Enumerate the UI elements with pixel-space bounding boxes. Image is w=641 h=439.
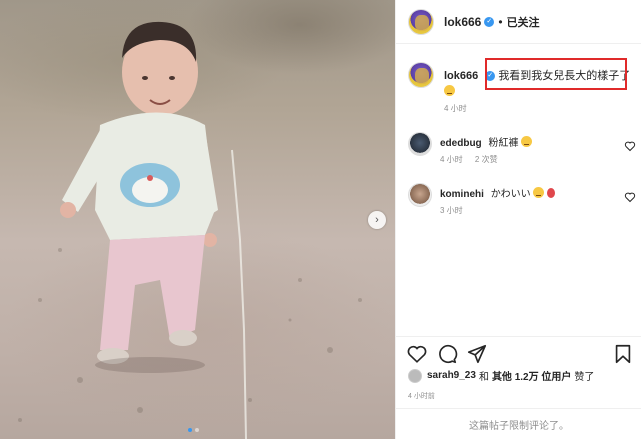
carousel-indicator xyxy=(188,428,199,432)
comment-username[interactable]: ededbug xyxy=(440,138,482,149)
chevron-right-icon: › xyxy=(375,214,379,226)
comment-text: 粉紅褲 xyxy=(488,138,519,149)
comment-meta: 4 小时 2 次赞 xyxy=(440,154,508,165)
comment-item: ededbug 粉紅褲 4 小时 2 次赞 xyxy=(408,132,636,168)
carousel-dot xyxy=(188,428,192,432)
share-paper-plane-icon[interactable] xyxy=(466,343,488,365)
commenter-avatar[interactable] xyxy=(408,183,432,207)
comment-username[interactable]: kominehi xyxy=(440,189,484,200)
likes-summary: sarah9_23 和 其他 1.2万 位用户 赞了 xyxy=(408,368,597,383)
post-actions-bar xyxy=(396,336,641,368)
comment-meta: 3 小时 xyxy=(440,205,473,216)
likes-suffix: 赞了 xyxy=(574,372,595,383)
grin-emoji-icon xyxy=(533,187,545,198)
comment-bubble-icon[interactable] xyxy=(436,343,458,365)
caption-username[interactable]: lok666 xyxy=(444,70,478,82)
caption-time: 4 小时 xyxy=(444,104,467,113)
verified-badge-icon: ✓ xyxy=(484,16,495,27)
grin-emoji-icon xyxy=(444,85,455,96)
grin-emoji-icon xyxy=(521,136,533,147)
author-username[interactable]: lok666 xyxy=(444,15,481,29)
photo-content xyxy=(18,21,362,439)
author-avatar[interactable] xyxy=(408,8,434,35)
comment-text-block: kominehi かわいい xyxy=(440,185,556,200)
like-heart-icon[interactable] xyxy=(406,343,428,365)
comment-like-heart-icon[interactable] xyxy=(624,191,636,203)
save-bookmark-icon[interactable] xyxy=(612,343,634,365)
comment-time: 3 小时 xyxy=(440,206,463,215)
header-separator: • xyxy=(498,14,503,29)
comment-text-block: ededbug 粉紅褲 xyxy=(440,134,533,149)
caption-highlight-box xyxy=(485,58,627,90)
following-button[interactable]: 已关注 xyxy=(507,14,540,30)
carousel-dot xyxy=(195,428,199,432)
likes-and: 和 xyxy=(478,372,489,383)
commenter-avatar[interactable] xyxy=(408,132,432,156)
post-photo: › xyxy=(0,0,395,439)
comment-text: かわいい xyxy=(490,189,531,200)
post-timestamp[interactable]: 4 小时前 xyxy=(408,391,435,401)
comment-time: 4 小时 xyxy=(440,155,463,164)
comment-like-heart-icon[interactable] xyxy=(624,140,636,152)
comments-disabled-notice: 这篇帖子限制评论了。 xyxy=(396,408,641,439)
carousel-next-button[interactable]: › xyxy=(368,211,386,229)
balloon-emoji-icon xyxy=(547,188,556,198)
comment-item: kominehi かわいい 3 小时 xyxy=(408,183,636,219)
comment-likes-count[interactable]: 2 次赞 xyxy=(475,155,498,164)
post-header: lok666 ✓ • 已关注 xyxy=(396,0,641,44)
liker-avatar[interactable] xyxy=(408,368,422,383)
caption-author-avatar[interactable] xyxy=(408,62,434,88)
likes-others-count[interactable]: 其他 1.2万 位用户 xyxy=(492,368,571,383)
liker-username[interactable]: sarah9_23 xyxy=(427,370,476,381)
